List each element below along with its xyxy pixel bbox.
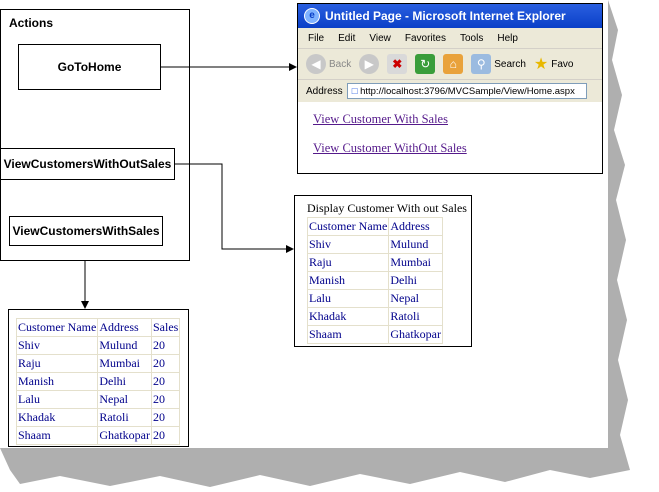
- refresh-icon[interactable]: ↻: [415, 54, 436, 74]
- menu-tools[interactable]: Tools: [460, 33, 483, 44]
- page-links: View Customer With Sales View Customer W…: [298, 102, 602, 156]
- table-header-row: Customer Name Address: [306, 217, 443, 236]
- header-cell: Sales: [150, 318, 181, 337]
- cell: Mumbai: [97, 354, 152, 373]
- arrow-without-to-table: [175, 163, 294, 253]
- cell: 20: [150, 408, 181, 427]
- table-header-row: Customer Name Address Sales: [15, 318, 181, 337]
- header-cell: Address: [388, 217, 443, 236]
- cell: Shiv: [15, 336, 99, 355]
- cell: Manish: [306, 271, 390, 290]
- address-label: Address: [306, 85, 343, 97]
- cell: Nepal: [97, 390, 152, 409]
- back-arrow-icon: ◀: [306, 54, 326, 74]
- header-cell: Customer Name: [306, 217, 390, 236]
- cell: Ratoli: [388, 307, 443, 326]
- table-row: Raju Mumbai: [306, 253, 443, 272]
- cell: Shaam: [15, 426, 99, 445]
- cell: 20: [150, 336, 181, 355]
- stop-icon[interactable]: ✖: [387, 54, 408, 74]
- browser-addressbar: Address □ http://localhost:3796/MVCSampl…: [298, 79, 602, 102]
- cell: Khadak: [15, 408, 99, 427]
- cell: Delhi: [97, 372, 152, 391]
- without-sales-caption: Display Customer With out Sales: [307, 201, 467, 215]
- page-icon: □: [351, 86, 358, 97]
- browser-menubar: File Edit View Favorites Tools Help: [298, 28, 602, 48]
- cell: Khadak: [306, 307, 390, 326]
- cell: Shaam: [306, 325, 390, 344]
- cell: 20: [150, 390, 181, 409]
- table-row: Shiv Mulund 20: [15, 336, 181, 355]
- menu-help[interactable]: Help: [497, 33, 518, 44]
- table-row: Shaam Ghatkopar 20: [15, 426, 181, 445]
- table-row: Lalu Nepal: [306, 289, 443, 308]
- table-row: Khadak Ratoli: [306, 307, 443, 326]
- view-with-sales-label: ViewCustomersWithSales: [12, 224, 160, 238]
- favorites-button[interactable]: ★ Favo: [534, 54, 574, 74]
- customers-with-sales-table: Customer Name Address Sales Shiv Mulund 20…: [15, 318, 181, 445]
- cell: Mumbai: [388, 253, 443, 272]
- cell: Delhi: [388, 271, 443, 290]
- cell: Ghatkopar: [388, 325, 443, 344]
- cell: Manish: [15, 372, 99, 391]
- table-row: Raju Mumbai 20: [15, 354, 181, 373]
- cell: Mulund: [388, 235, 443, 254]
- cell: Lalu: [306, 289, 390, 308]
- home-icon[interactable]: ⌂: [443, 54, 464, 74]
- view-without-sales-label: ViewCustomersWithOutSales: [3, 157, 172, 171]
- cell: 20: [150, 372, 181, 391]
- link-view-with-sales[interactable]: View Customer With Sales: [313, 112, 602, 127]
- actions-title: Actions: [9, 16, 54, 30]
- table-row: Lalu Nepal 20: [15, 390, 181, 409]
- search-icon: ⚲: [471, 54, 492, 74]
- table-row: Manish Delhi: [306, 271, 443, 290]
- diagram-canvas: Actions GoToHome ViewCustomersWithOutSal…: [0, 0, 608, 448]
- cell: Shiv: [306, 235, 390, 254]
- browser-titlebar: e Untitled Page - Microsoft Internet Exp…: [298, 4, 602, 28]
- forward-arrow-icon[interactable]: ▶: [359, 54, 380, 74]
- menu-edit[interactable]: Edit: [338, 33, 355, 44]
- goto-home-label: GoToHome: [57, 60, 122, 74]
- cell: Ghatkopar: [97, 426, 152, 445]
- table-row: Shaam Ghatkopar: [306, 325, 443, 344]
- search-label: Search: [494, 58, 526, 70]
- cell: Lalu: [15, 390, 99, 409]
- star-icon: ★: [533, 56, 549, 73]
- browser-toolbar: ◀ Back ▶ ✖ ↻ ⌂ ⚲ Search ★ Favo: [298, 48, 602, 79]
- address-url: http://localhost:3796/MVCSample/View/Hom…: [360, 86, 575, 97]
- menu-favorites[interactable]: Favorites: [405, 33, 446, 44]
- browser-title: Untitled Page - Microsoft Internet Explo…: [325, 9, 566, 23]
- view-without-sales-action[interactable]: ViewCustomersWithOutSales: [0, 148, 175, 180]
- cell: 20: [150, 354, 181, 373]
- browser-window: e Untitled Page - Microsoft Internet Exp…: [297, 3, 603, 174]
- favorites-label: Favo: [551, 58, 574, 70]
- goto-home-action[interactable]: GoToHome: [18, 44, 161, 90]
- menu-view[interactable]: View: [369, 33, 391, 44]
- cell: Nepal: [388, 289, 443, 308]
- ie-logo-icon: e: [304, 8, 320, 24]
- cell: Raju: [15, 354, 99, 373]
- customers-without-sales-panel: Display Customer With out Sales Customer…: [294, 195, 472, 347]
- header-cell: Address: [97, 318, 152, 337]
- cell: Mulund: [97, 336, 152, 355]
- customers-without-sales-table: Customer Name Address Shiv Mulund Raju Mum…: [306, 217, 443, 344]
- view-with-sales-action[interactable]: ViewCustomersWithSales: [9, 216, 163, 246]
- customers-with-sales-panel: Customer Name Address Sales Shiv Mulund 20…: [8, 309, 189, 447]
- header-cell: Customer Name: [15, 318, 99, 337]
- cell: Ratoli: [97, 408, 152, 427]
- cell: 20: [150, 426, 181, 445]
- back-button[interactable]: ◀ Back: [306, 54, 351, 74]
- menu-file[interactable]: File: [308, 33, 324, 44]
- search-button[interactable]: ⚲ Search: [471, 54, 526, 74]
- link-view-without-sales[interactable]: View Customer WithOut Sales: [313, 141, 602, 156]
- address-input[interactable]: □ http://localhost:3796/MVCSample/View/H…: [346, 83, 587, 99]
- cell: Raju: [306, 253, 390, 272]
- back-label: Back: [329, 58, 352, 70]
- table-row: Shiv Mulund: [306, 235, 443, 254]
- table-row: Manish Delhi 20: [15, 372, 181, 391]
- table-row: Khadak Ratoli 20: [15, 408, 181, 427]
